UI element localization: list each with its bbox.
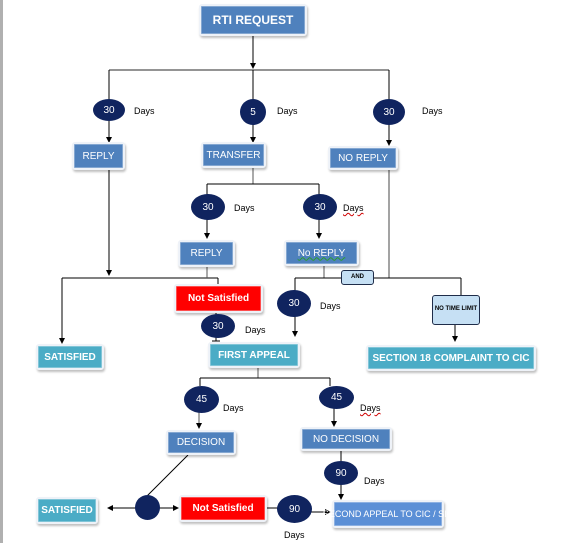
days-text: Days (360, 403, 381, 413)
timer-no-decision: 45 (319, 386, 354, 409)
no-reply-text: No REPLY (297, 247, 346, 259)
section-18-complaint-box: SECTION 18 COMPLAINT TO CIC (366, 345, 536, 371)
timer-transfer-no-reply: 30 (303, 194, 337, 220)
no-decision-box: NO DECISION (300, 427, 392, 451)
days-label: Days (223, 403, 244, 413)
timer-transfer-reply: 30 (191, 194, 225, 220)
days-label: Days (422, 106, 443, 116)
and-connector: AND (341, 270, 374, 285)
timer-no-reply: 30 (373, 99, 405, 125)
not-satisfied-final-box: Not Satisfied (179, 495, 267, 522)
satisfied-box: SATISFIED (36, 344, 104, 370)
not-satisfied-box: Not Satisfied (174, 284, 263, 313)
timer-decision: 45 (184, 386, 219, 413)
transfer-reply-box: REPLY (178, 240, 235, 267)
days-label: Days (320, 301, 341, 311)
timer-second-appeal: 90 (277, 495, 312, 523)
no-reply-box: NO REPLY (328, 146, 398, 170)
satisfied-final-box: SATISFIED (36, 497, 98, 524)
days-label: Days (364, 476, 385, 486)
days-label: Days (234, 203, 255, 213)
timer-no-decision-second-appeal: 90 (324, 461, 358, 485)
timer-reply: 30 (93, 99, 125, 121)
timer-transfer: 5 (240, 99, 266, 125)
days-text: Days (343, 203, 364, 213)
days-label: Days (284, 530, 305, 540)
days-label: Days (360, 403, 381, 413)
no-time-limit-box: NO TIME LIMIT (432, 295, 480, 325)
decision-box: DECISION (166, 430, 236, 455)
decision-branch-node (135, 495, 160, 520)
first-appeal-box: FIRST APPEAL (208, 342, 300, 368)
second-appeal-box: SECOND APPEAL TO CIC / SIC (323, 500, 453, 528)
transfer-no-reply-box: No REPLY (284, 240, 359, 266)
reply-box: REPLY (72, 142, 125, 170)
transfer-box: TRANSFER (201, 142, 266, 168)
rti-request-box: RTI REQUEST (199, 4, 307, 36)
timer-first-appeal-no-reply: 30 (277, 290, 311, 317)
days-label: Days (277, 106, 298, 116)
days-label: Days (134, 106, 155, 116)
days-label: Days (245, 325, 266, 335)
days-label: Days (343, 203, 364, 213)
connector-lines (59, 35, 462, 515)
timer-first-appeal-not-satisfied: 30 (201, 314, 235, 338)
